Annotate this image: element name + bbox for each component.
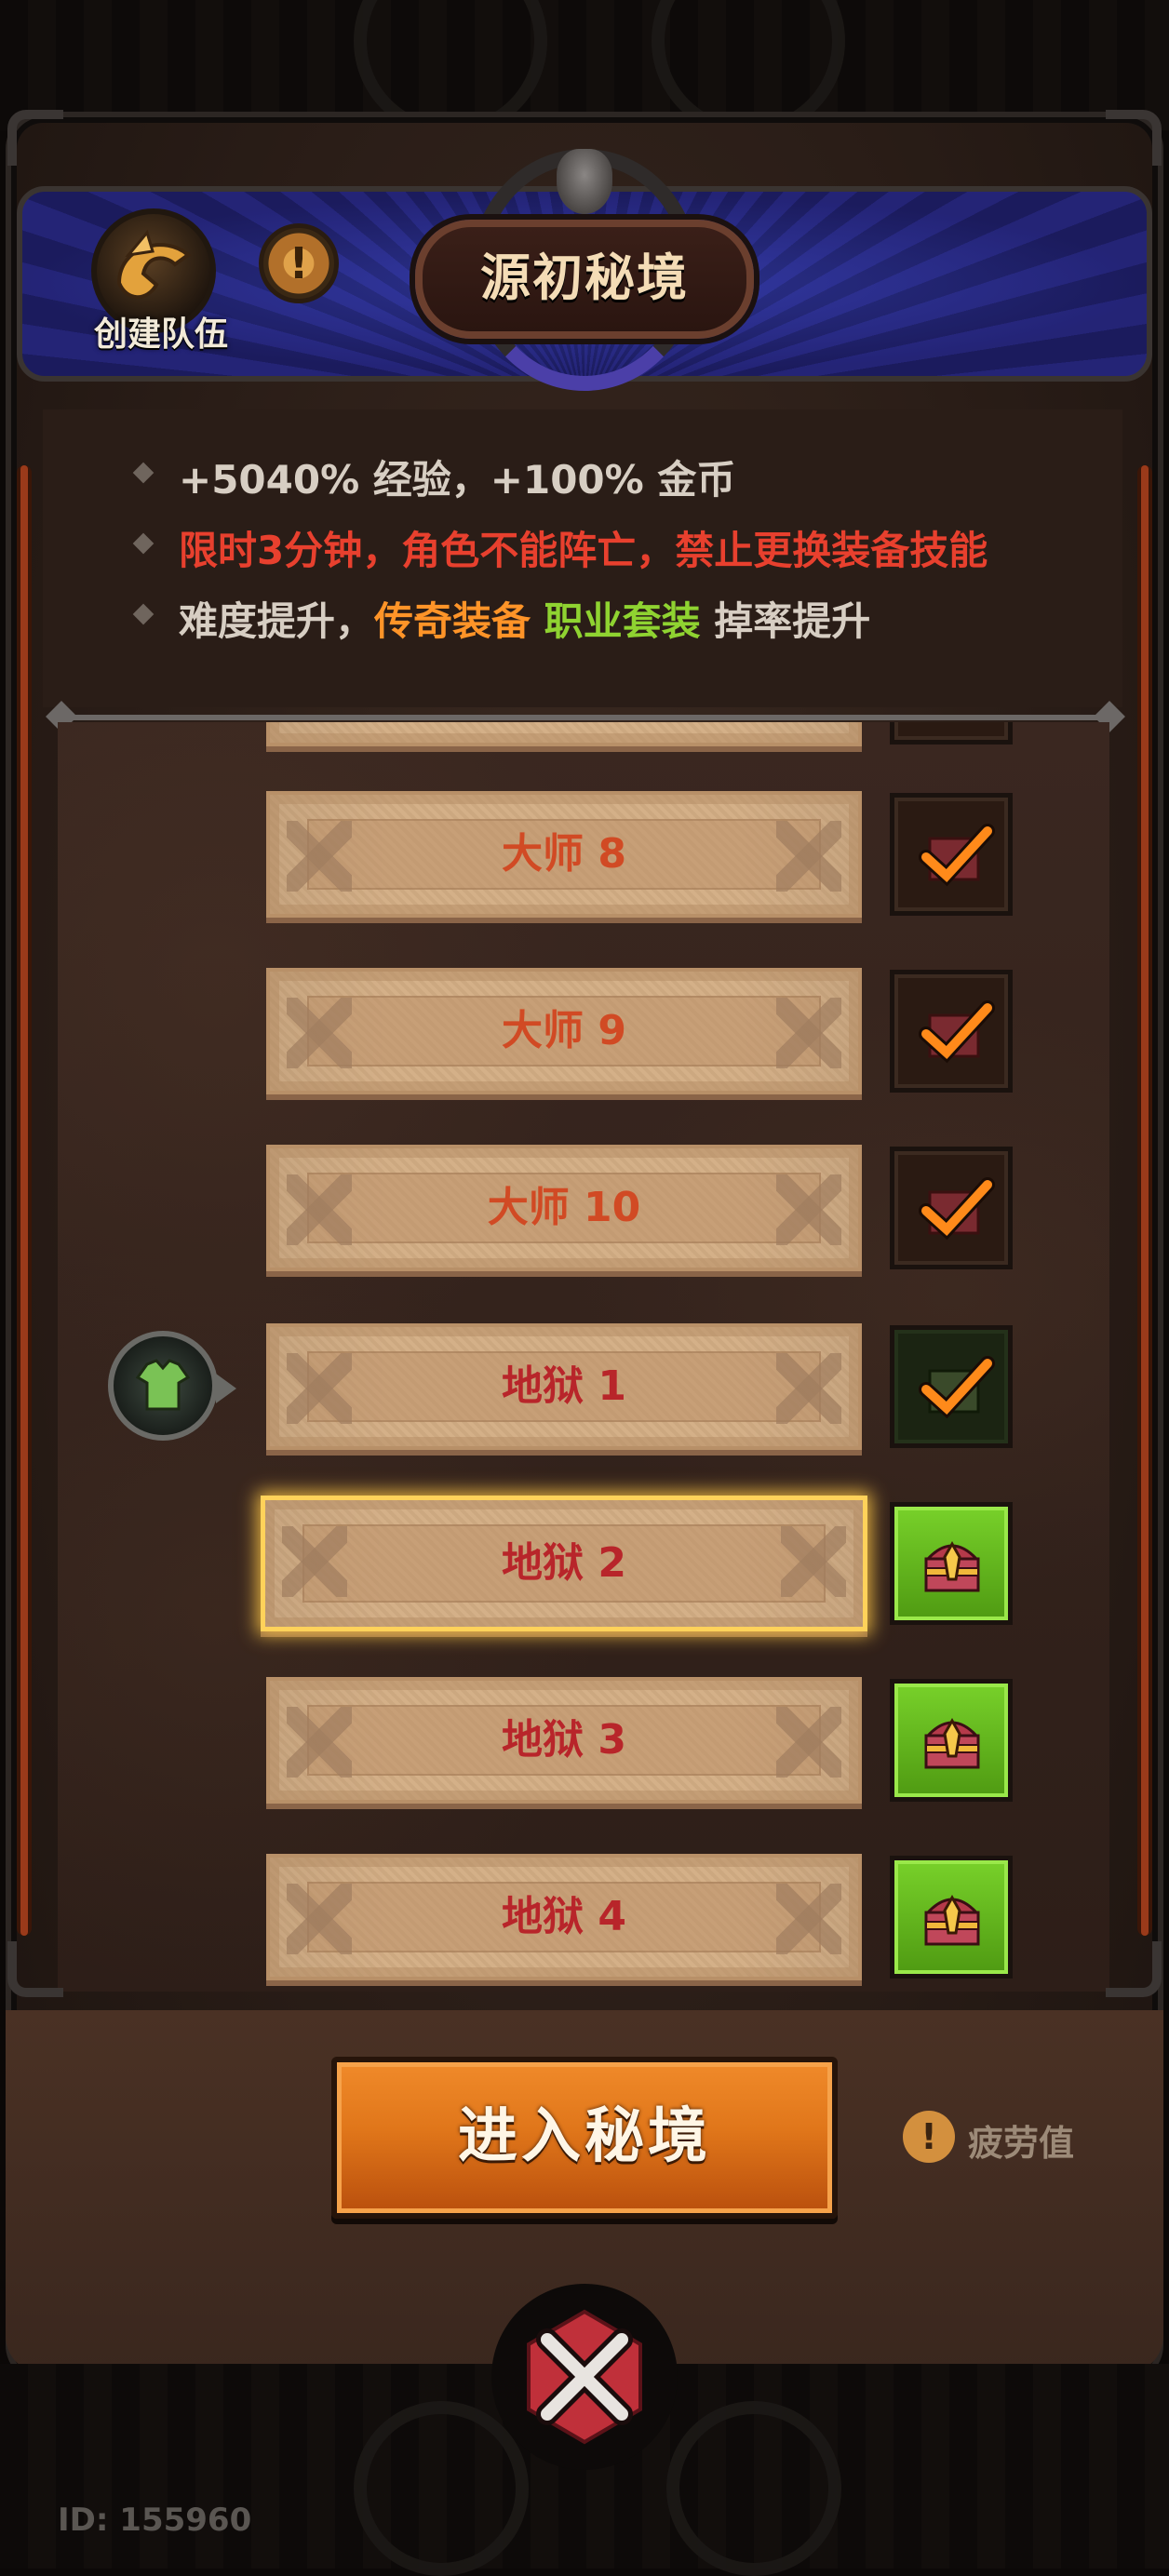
difficulty-button[interactable]: 地狱 1 xyxy=(266,1323,862,1450)
treasure-chest-button[interactable] xyxy=(890,1679,1013,1802)
rules-text: 限时3分钟，角色不能阵亡，禁止更换装备技能 xyxy=(179,528,988,573)
treasure-chest-icon xyxy=(924,1540,980,1592)
check-icon xyxy=(919,1000,995,1064)
treasure-chest-icon xyxy=(890,722,1013,745)
drop-rate-prefix: 难度提升， xyxy=(179,598,375,644)
difficulty-button[interactable]: 大师 9 xyxy=(266,968,862,1094)
treasure-chest-icon xyxy=(890,793,1013,916)
difficulty-button[interactable] xyxy=(266,722,862,746)
armor-icon xyxy=(135,1359,191,1411)
difficulty-button[interactable]: 地狱 3 xyxy=(266,1677,862,1804)
check-icon xyxy=(919,824,995,887)
skull-ornament-icon xyxy=(557,149,612,214)
background-ornament xyxy=(354,2401,529,2576)
difficulty-button[interactable]: 大师 8 xyxy=(266,791,862,918)
background-ornament xyxy=(666,2401,841,2576)
difficulty-button-selected[interactable]: 地狱 2 xyxy=(261,1496,867,1631)
current-progress-marker xyxy=(108,1331,236,1441)
close-button[interactable] xyxy=(491,2284,678,2470)
list-item-hell-4[interactable]: 地狱 4 xyxy=(58,1854,1109,1984)
left-side-bar xyxy=(17,465,32,1936)
difficulty-label: 地狱 3 xyxy=(502,1716,626,1764)
list-item-partial[interactable] xyxy=(58,722,1109,750)
user-id-label: ID: 155960 xyxy=(58,2502,252,2539)
reward-bonus-text: +5040% 经验，+100% 金币 xyxy=(179,457,736,503)
info-button[interactable]: ! xyxy=(259,223,339,303)
check-icon xyxy=(919,1177,995,1241)
frame-corner xyxy=(1106,1941,1162,1997)
close-x-icon xyxy=(527,2309,642,2445)
list-item-hell-3[interactable]: 地狱 3 xyxy=(58,1677,1109,1807)
difficulty-label: 大师 9 xyxy=(502,1007,626,1054)
divider xyxy=(56,715,1113,720)
right-side-bar xyxy=(1137,465,1152,1936)
list-item-master-8[interactable]: 大师 8 xyxy=(58,791,1109,921)
list-item-hell-2[interactable]: 地狱 2 xyxy=(58,1496,1109,1631)
list-item-master-10[interactable]: 大师 10 xyxy=(58,1145,1109,1275)
top-background xyxy=(0,0,1169,130)
difficulty-button[interactable]: 大师 10 xyxy=(266,1145,862,1271)
treasure-chest-icon xyxy=(924,1894,980,1946)
page-title: 源初秘境 xyxy=(415,220,754,339)
difficulty-label: 大师 10 xyxy=(487,1184,641,1231)
difficulty-label: 地狱 4 xyxy=(502,1893,626,1940)
legendary-gear-text: 传奇装备 xyxy=(374,598,531,644)
treasure-chest-button[interactable] xyxy=(890,1502,1013,1625)
list-item-hell-1[interactable]: 地狱 1 xyxy=(58,1323,1109,1454)
treasure-chest-icon xyxy=(890,1325,1013,1448)
list-item-master-9[interactable]: 大师 9 xyxy=(58,968,1109,1098)
frame-corner xyxy=(7,1941,63,1997)
difficulty-button[interactable]: 地狱 4 xyxy=(266,1854,862,1980)
difficulty-label: 地狱 1 xyxy=(502,1362,626,1410)
class-set-text: 职业套装 xyxy=(544,598,701,644)
frame-corner xyxy=(1106,110,1162,166)
enter-dungeon-button[interactable]: 进入秘境 xyxy=(331,2057,838,2219)
fatigue-info-icon[interactable]: ! xyxy=(903,2111,955,2163)
helmet-icon xyxy=(116,229,192,300)
treasure-chest-icon xyxy=(924,1717,980,1769)
treasure-chest-button[interactable] xyxy=(890,1856,1013,1979)
treasure-chest-icon xyxy=(890,970,1013,1093)
frame-corner xyxy=(7,110,63,166)
drop-rate-suffix: 掉率提升 xyxy=(714,598,871,644)
check-icon xyxy=(919,1356,995,1419)
difficulty-label: 地狱 2 xyxy=(502,1539,626,1587)
difficulty-label: 大师 8 xyxy=(502,830,626,878)
treasure-chest-icon xyxy=(890,1147,1013,1269)
drop-rate-text: 难度提升，传奇装备 职业套装 掉率提升 xyxy=(179,590,870,647)
create-team-label[interactable]: 创建队伍 xyxy=(82,307,240,356)
difficulty-list[interactable]: 大师 8 大师 9 大师 10 地狱 1 地狱 2 地狱 3 地狱 4 xyxy=(58,722,1109,1992)
fatigue-label[interactable]: 疲劳值 xyxy=(968,2114,1074,2166)
